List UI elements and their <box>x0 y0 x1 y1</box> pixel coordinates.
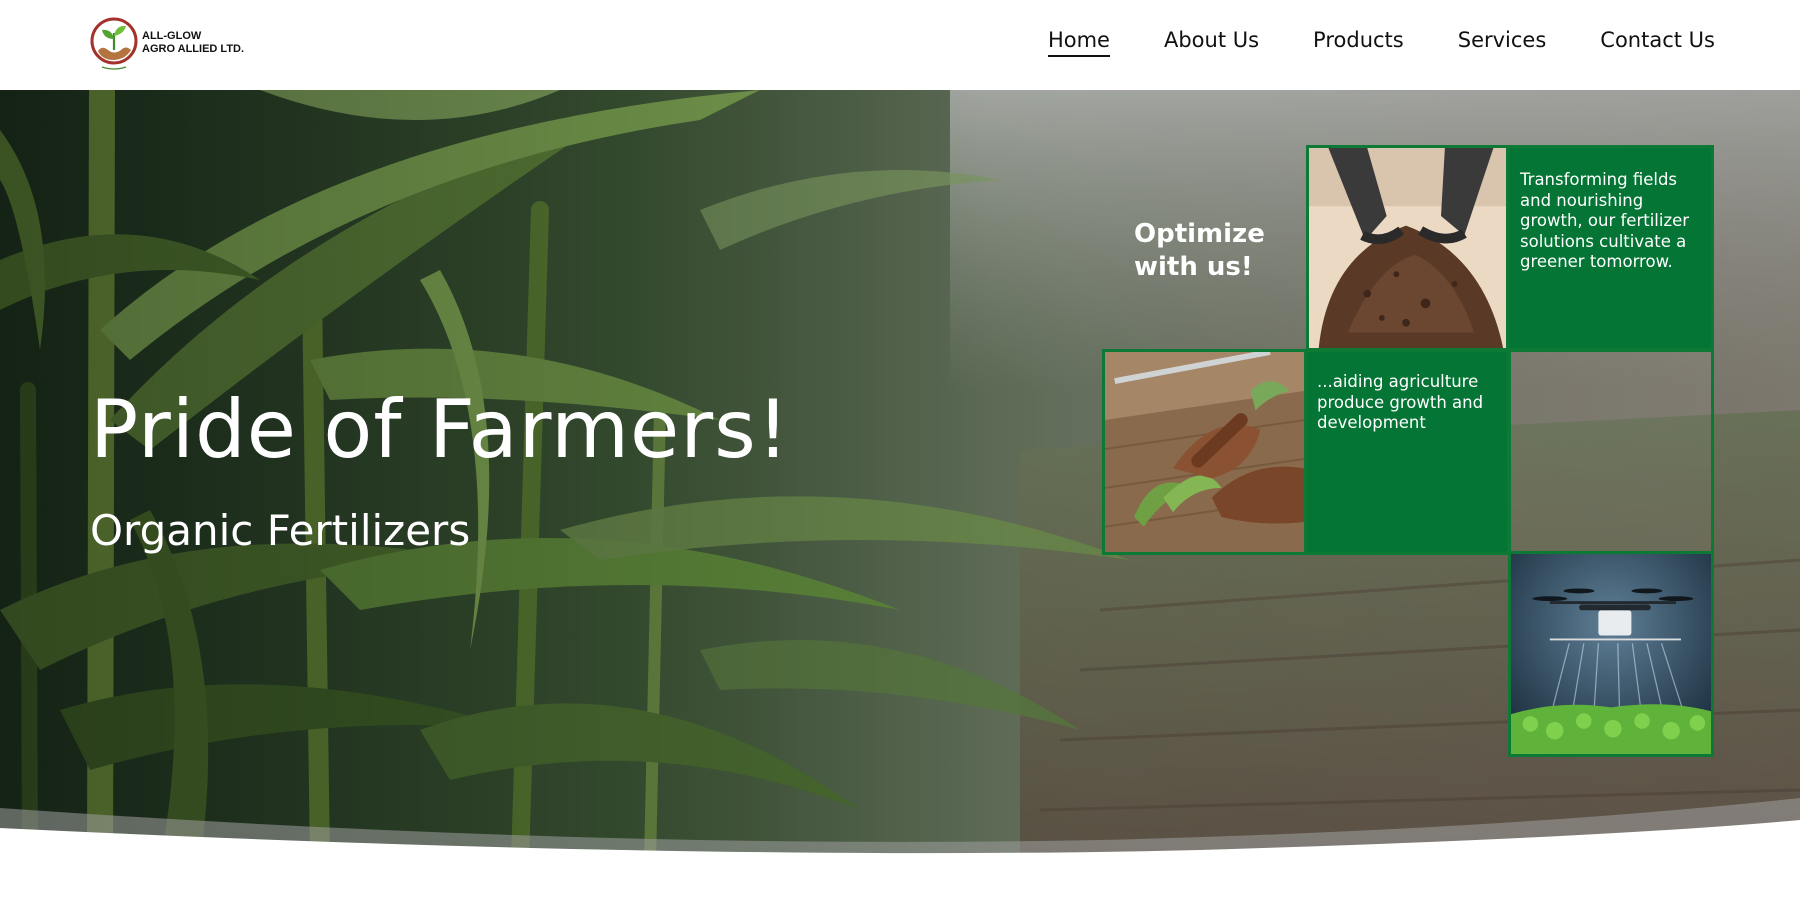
nav-home[interactable]: Home <box>1047 28 1110 57</box>
hero-title: Pride of Farmers! <box>90 383 790 476</box>
site-header: ALL-GLOW AGRO ALLIED LTD. Home About Us … <box>0 0 1800 90</box>
fertilizer-info-tile: Transforming fields and nourishing growt… <box>1506 145 1714 351</box>
nav-about-us[interactable]: About Us <box>1164 28 1259 57</box>
hands-planting-seedling-image <box>1105 352 1305 552</box>
nav-contact-us[interactable]: Contact Us <box>1600 28 1715 57</box>
drone-image-tile <box>1508 551 1714 757</box>
soil-image-tile <box>1306 145 1510 351</box>
leaf-in-hands-icon <box>90 17 138 70</box>
bottom-wave-divider <box>0 798 1800 900</box>
crop-spraying-drone-image <box>1511 554 1711 754</box>
logo-line-2: AGRO ALLIED LTD. <box>142 43 245 55</box>
agriculture-info-text: ...aiding agriculture produce growth and… <box>1317 372 1484 432</box>
logo-line-1: ALL-GLOW <box>142 30 202 42</box>
logo-text: ALL-GLOW AGRO ALLIED LTD. <box>142 30 244 56</box>
main-nav: Home About Us Products Services Contact … <box>994 0 1715 84</box>
fertilizer-info-text: Transforming fields and nourishing growt… <box>1520 170 1690 271</box>
hero-section: Pride of Farmers! Organic Fertilizers Op… <box>0 90 1800 862</box>
logo[interactable]: ALL-GLOW AGRO ALLIED LTD. <box>88 15 244 71</box>
hero-subtitle: Organic Fertilizers <box>90 506 471 555</box>
nav-products[interactable]: Products <box>1313 28 1404 57</box>
hands-holding-soil-image <box>1309 148 1507 348</box>
empty-tile <box>1508 349 1714 555</box>
agriculture-info-tile: ...aiding agriculture produce growth and… <box>1304 349 1510 555</box>
planting-image-tile <box>1102 349 1308 555</box>
optimize-tagline: Optimize with us! <box>1134 219 1265 282</box>
nav-services[interactable]: Services <box>1458 28 1547 57</box>
